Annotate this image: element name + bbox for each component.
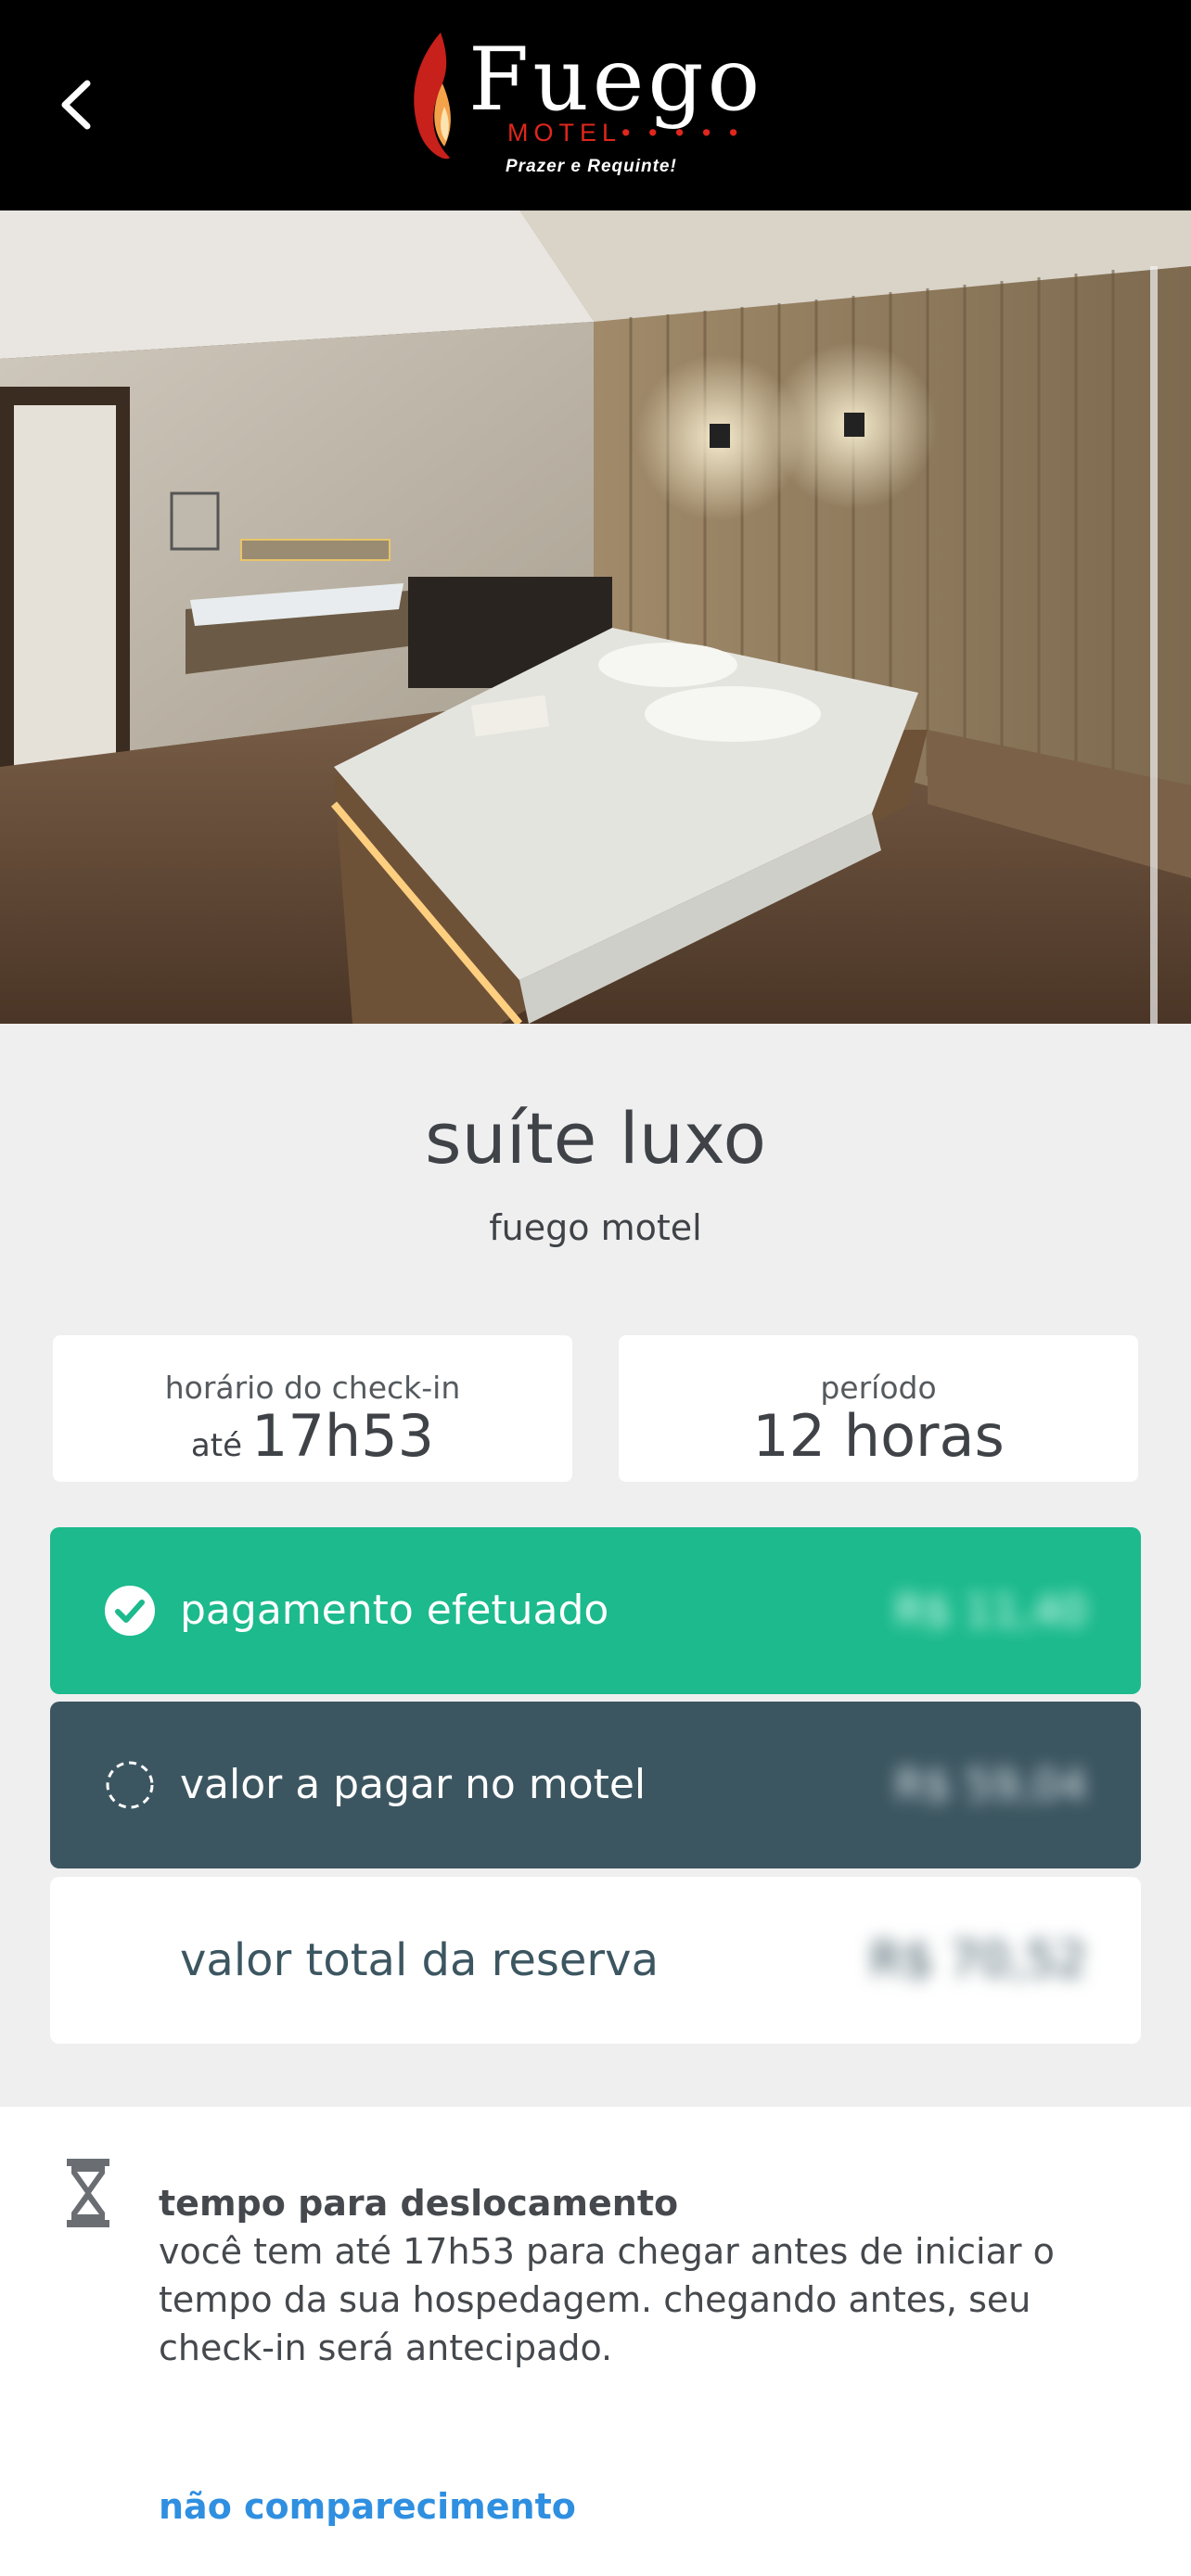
logo-subtitle: MOTEL• • • • • — [507, 119, 744, 147]
payment-pending-label: valor a pagar no motel — [180, 1761, 647, 1808]
payment-total-value: R$ 70,52 — [869, 1932, 1087, 1988]
fuego-motel-logo: Fuego MOTEL• • • • • Prazer e Requinte! — [403, 26, 784, 184]
checkin-prefix: até — [190, 1427, 242, 1464]
payment-total-row: valor total da reserva R$ 70,52 — [50, 1877, 1141, 2044]
payment-total-label: valor total da reserva — [180, 1934, 659, 1986]
payment-pending-row: valor a pagar no motel R$ 59,04 — [50, 1702, 1141, 1868]
check-circle-icon — [105, 1586, 155, 1636]
payment-paid-row: pagamento efetuado R$ 11,40 — [50, 1527, 1141, 1694]
checkin-time: 17h53 — [251, 1402, 435, 1470]
period-label: período — [820, 1370, 937, 1406]
app-header: Fuego MOTEL• • • • • Prazer e Requinte! — [0, 0, 1191, 210]
back-button[interactable] — [54, 72, 100, 137]
suite-photo — [0, 210, 1191, 1024]
payment-paid-label: pagamento efetuado — [180, 1587, 609, 1634]
flame-icon — [414, 32, 451, 159]
period-card: período 12 horas — [619, 1335, 1138, 1482]
chevron-left-icon[interactable] — [54, 72, 100, 137]
checkin-value: até 17h53 — [53, 1408, 572, 1465]
logo-wordmark: Fuego — [468, 30, 764, 131]
logo-tagline: Prazer e Requinte! — [506, 157, 677, 176]
checkin-card: horário do check-in até 17h53 — [53, 1335, 572, 1482]
payment-pending-value: R$ 59,04 — [894, 1760, 1087, 1810]
period-value: 12 horas — [752, 1402, 1005, 1470]
no-show-link[interactable]: não comparecimento — [159, 2489, 576, 2524]
hourglass-icon — [67, 2159, 109, 2227]
dashed-circle-icon — [106, 1761, 154, 1809]
travel-title: tempo para deslocamento — [159, 2183, 679, 2224]
suite-name: suíte luxo — [424, 1097, 766, 1180]
payment-paid-value: R$ 11,40 — [894, 1586, 1087, 1636]
travel-info-section: tempo para deslocamento você tem até 17h… — [0, 2107, 1191, 2576]
checkin-label: horário do check-in — [164, 1370, 461, 1406]
motel-name: fuego motel — [489, 1207, 702, 1248]
travel-text: você tem até 17h53 para chegar antes de … — [159, 2231, 1055, 2368]
